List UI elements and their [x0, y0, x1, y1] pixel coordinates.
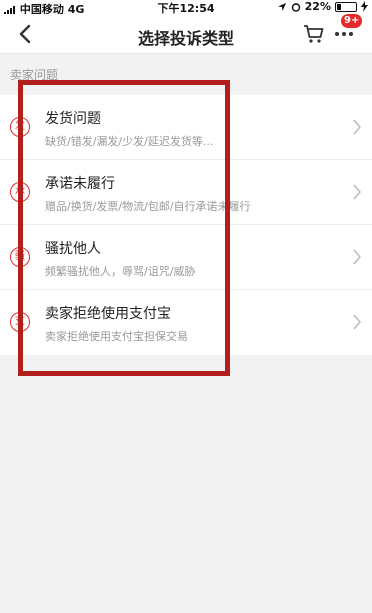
- location-icon: [277, 2, 286, 11]
- circle-badge-icon: 承: [10, 182, 30, 202]
- item-subtitle: 赠品/换货/发票/物流/包邮/自行承诺未履行: [45, 200, 251, 213]
- list-item[interactable]: 承 承诺未履行 赠品/换货/发票/物流/包邮/自行承诺未履行: [0, 160, 372, 225]
- complaint-type-list: 发 发货问题 缺货/错发/漏发/少发/延迟发货等... 承 承诺未履行 赠品/换…: [0, 95, 372, 355]
- item-title: 卖家拒绝使用支付宝: [45, 306, 171, 322]
- status-bar: 中国移动 4G 下午12:54 22%: [0, 0, 372, 16]
- circle-badge-icon: 支: [10, 312, 30, 332]
- charging-icon: [361, 1, 368, 12]
- battery-level: [337, 3, 341, 10]
- notification-badge: 9+: [341, 14, 363, 28]
- chevron-right-icon: [353, 119, 361, 135]
- item-subtitle: 缺货/错发/漏发/少发/延迟发货等...: [45, 135, 214, 148]
- circle-badge-icon: 骚: [10, 247, 30, 267]
- item-title: 承诺未履行: [45, 176, 115, 192]
- item-title: 发货问题: [45, 111, 101, 127]
- chevron-right-icon: [353, 314, 361, 330]
- list-item[interactable]: 支 卖家拒绝使用支付宝 卖家拒绝使用支付宝担保交易: [0, 290, 372, 355]
- chevron-right-icon: [353, 249, 361, 265]
- item-title: 骚扰他人: [45, 241, 101, 257]
- list-item[interactable]: 发 发货问题 缺货/错发/漏发/少发/延迟发货等...: [0, 95, 372, 160]
- battery-percent: 22%: [304, 0, 331, 13]
- item-subtitle: 卖家拒绝使用支付宝担保交易: [45, 330, 188, 343]
- chevron-right-icon: [353, 184, 361, 200]
- alarm-icon: [291, 2, 300, 12]
- section-label: 卖家问题: [10, 68, 59, 82]
- status-right: 22%: [277, 0, 368, 13]
- list-item[interactable]: 骚 骚扰他人 频繁骚扰他人，辱骂/诅咒/威胁: [0, 225, 372, 290]
- circle-badge-icon: 发: [10, 117, 30, 137]
- item-subtitle: 频繁骚扰他人，辱骂/诅咒/威胁: [45, 265, 196, 278]
- navigation-bar: 选择投诉类型 9+: [0, 14, 372, 54]
- more-icon[interactable]: [333, 26, 355, 42]
- battery-icon: [335, 1, 357, 12]
- cart-icon[interactable]: [302, 22, 326, 46]
